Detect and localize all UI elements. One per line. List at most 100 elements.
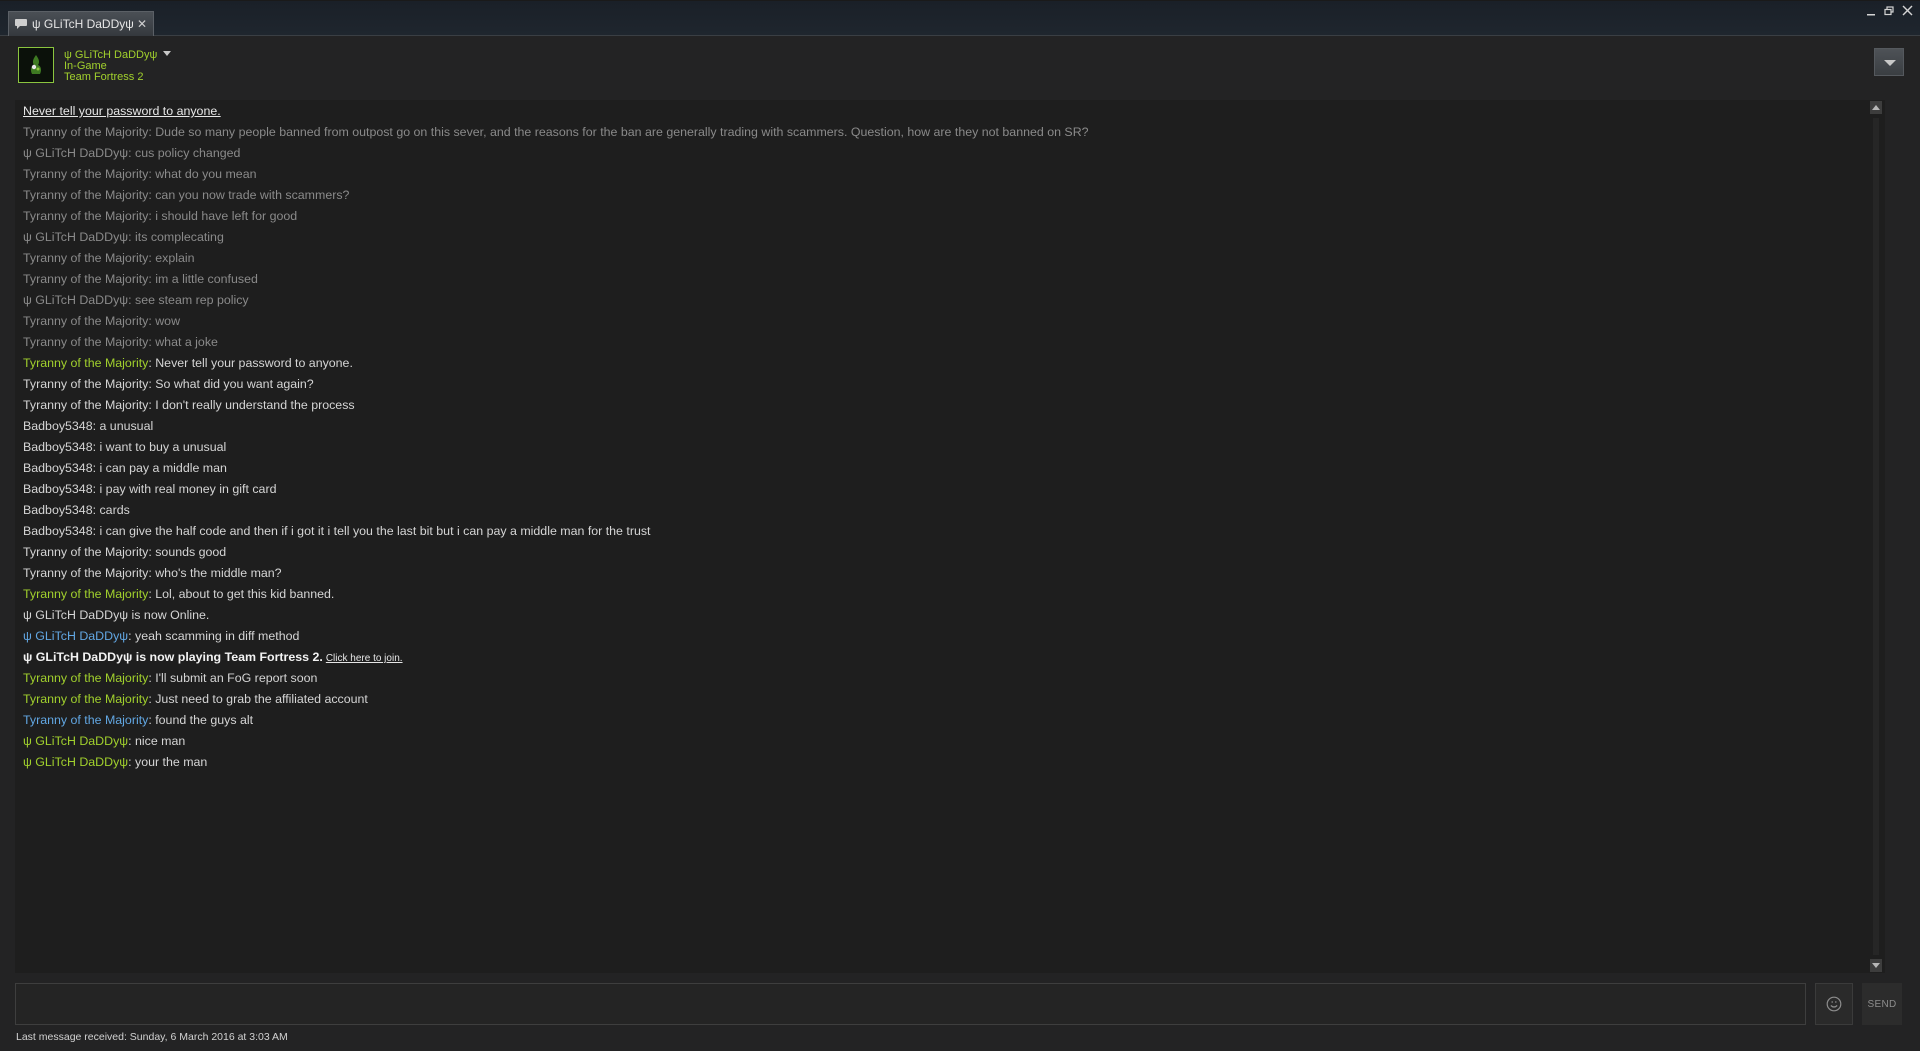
message-text: : its complecating bbox=[128, 230, 224, 244]
message-sender[interactable]: ψ GLiTcH DaDDyψ bbox=[23, 230, 128, 244]
message-text: : found the guys alt bbox=[148, 713, 254, 727]
message-sender[interactable]: Badboy5348 bbox=[23, 419, 93, 433]
chat-message: Badboy5348: i pay with real money in gif… bbox=[23, 480, 1855, 501]
chat-message: ψ GLiTcH DaDDyψ: its complecating bbox=[23, 228, 1855, 249]
message-text: ψ GLiTcH DaDDyψ is now playing Team Fort… bbox=[23, 650, 323, 664]
message-text: : sounds good bbox=[148, 545, 227, 559]
status-online-notice: ψ GLiTcH DaDDyψ is now Online. bbox=[23, 606, 1855, 627]
chat-message: ψ GLiTcH DaDDyψ: your the man bbox=[23, 753, 1855, 774]
message-sender[interactable]: Tyranny of the Majority bbox=[23, 251, 148, 265]
message-text: : explain bbox=[148, 251, 195, 265]
chat-message: Tyranny of the Majority: I don't really … bbox=[23, 396, 1855, 417]
chat-message: Tyranny of the Majority: Lol, about to g… bbox=[23, 585, 1855, 606]
chat-message: Tyranny of the Majority: i should have l… bbox=[23, 207, 1855, 228]
message-text: : i pay with real money in gift card bbox=[92, 482, 277, 496]
message-text: : i want to buy a unusual bbox=[92, 440, 227, 454]
options-dropdown-button[interactable] bbox=[1874, 48, 1904, 76]
smiley-icon bbox=[1826, 996, 1842, 1012]
chat-message: Badboy5348: i can pay a middle man bbox=[23, 459, 1855, 480]
message-sender[interactable]: Tyranny of the Majority bbox=[23, 188, 148, 202]
message-text: : what do you mean bbox=[148, 167, 257, 181]
message-sender[interactable]: ψ GLiTcH DaDDyψ bbox=[23, 734, 128, 748]
chat-message: Tyranny of the Majority: explain bbox=[23, 249, 1855, 270]
chat-bubble-icon bbox=[15, 19, 27, 29]
message-sender[interactable]: Tyranny of the Majority bbox=[23, 545, 148, 559]
chat-message: Tyranny of the Majority: So what did you… bbox=[23, 375, 1855, 396]
chat-message: Tyranny of the Majority: Dude so many pe… bbox=[23, 123, 1855, 144]
chat-message: Badboy5348: cards bbox=[23, 501, 1855, 522]
message-input[interactable] bbox=[15, 983, 1806, 1025]
restore-icon[interactable] bbox=[1882, 5, 1896, 19]
scroll-track[interactable] bbox=[1873, 118, 1879, 955]
avatar-image bbox=[19, 48, 53, 82]
scroll-up-icon[interactable] bbox=[1870, 101, 1882, 114]
chat-lines: Never tell your password to anyone. Tyra… bbox=[23, 102, 1855, 774]
message-text: : i should have left for good bbox=[148, 209, 298, 223]
message-text: : who's the middle man? bbox=[148, 566, 282, 580]
chat-message: Tyranny of the Majority: can you now tra… bbox=[23, 186, 1855, 207]
chat-message: Tyranny of the Majority: I'll submit an … bbox=[23, 669, 1855, 690]
message-sender[interactable]: Tyranny of the Majority bbox=[23, 356, 148, 370]
message-text: ψ GLiTcH DaDDyψ is now Online. bbox=[23, 608, 210, 622]
minimize-icon[interactable] bbox=[1864, 5, 1878, 19]
chat-message: Tyranny of the Majority: sounds good bbox=[23, 543, 1855, 564]
message-sender[interactable]: Tyranny of the Majority bbox=[23, 566, 148, 580]
chat-message: ψ GLiTcH DaDDyψ: cus policy changed bbox=[23, 144, 1855, 165]
message-sender[interactable]: ψ GLiTcH DaDDyψ bbox=[23, 755, 128, 769]
chat-message: Tyranny of the Majority: wow bbox=[23, 312, 1855, 333]
chat-message: ψ GLiTcH DaDDyψ: see steam rep policy bbox=[23, 291, 1855, 312]
title-bar[interactable]: ψ GLiTcH DaDDyψ ✕ bbox=[0, 1, 1920, 36]
message-text: : Lol, about to get this kid banned. bbox=[148, 587, 335, 601]
message-sender[interactable]: Tyranny of the Majority bbox=[23, 314, 148, 328]
message-text: : yeah scamming in diff method bbox=[128, 629, 300, 643]
chat-message: Badboy5348: i can give the half code and… bbox=[23, 522, 1855, 543]
chevron-down-icon[interactable] bbox=[163, 51, 172, 56]
status-playing-notice: ψ GLiTcH DaDDyψ is now playing Team Fort… bbox=[23, 648, 1855, 669]
chat-message: Tyranny of the Majority: who's the middl… bbox=[23, 564, 1855, 585]
chat-message: Badboy5348: i want to buy a unusual bbox=[23, 438, 1855, 459]
chat-message: Tyranny of the Majority: Just need to gr… bbox=[23, 690, 1855, 711]
chat-message: ψ GLiTcH DaDDyψ: nice man bbox=[23, 732, 1855, 753]
scroll-down-icon[interactable] bbox=[1870, 959, 1882, 972]
emoticon-button[interactable] bbox=[1815, 983, 1853, 1025]
close-icon[interactable] bbox=[1900, 5, 1914, 19]
message-text: : wow bbox=[148, 314, 181, 328]
message-sender[interactable]: Tyranny of the Majority bbox=[23, 671, 148, 685]
message-sender[interactable]: Badboy5348 bbox=[23, 482, 93, 496]
message-sender[interactable]: Tyranny of the Majority bbox=[23, 377, 148, 391]
message-sender[interactable]: Tyranny of the Majority bbox=[23, 713, 148, 727]
message-sender[interactable]: Badboy5348 bbox=[23, 524, 93, 538]
message-sender[interactable]: Tyranny of the Majority bbox=[23, 272, 148, 286]
message-text: : nice man bbox=[128, 734, 186, 748]
message-sender[interactable]: Tyranny of the Majority bbox=[23, 587, 148, 601]
message-sender[interactable]: Tyranny of the Majority bbox=[23, 692, 148, 706]
message-sender[interactable]: Tyranny of the Majority bbox=[23, 209, 148, 223]
message-sender[interactable]: Tyranny of the Majority bbox=[23, 335, 148, 349]
message-sender[interactable]: Badboy5348 bbox=[23, 461, 93, 475]
message-text: : cards bbox=[92, 503, 130, 517]
message-sender[interactable]: Badboy5348 bbox=[23, 440, 93, 454]
message-sender[interactable]: ψ GLiTcH DaDDyψ bbox=[23, 146, 128, 160]
message-sender[interactable]: Tyranny of the Majority bbox=[23, 125, 148, 139]
message-text: : a unusual bbox=[92, 419, 154, 433]
send-button[interactable]: SEND bbox=[1862, 983, 1902, 1025]
chat-log[interactable]: Never tell your password to anyone. Tyra… bbox=[15, 100, 1885, 973]
message-sender[interactable]: Badboy5348 bbox=[23, 503, 93, 517]
message-text: : I'll submit an FoG report soon bbox=[148, 671, 318, 685]
message-sender[interactable]: Tyranny of the Majority bbox=[23, 398, 148, 412]
message-text: : your the man bbox=[128, 755, 208, 769]
chat-message: Tyranny of the Majority: what do you mea… bbox=[23, 165, 1855, 186]
chat-message: Tyranny of the Majority: what a joke bbox=[23, 333, 1855, 354]
chat-message: Tyranny of the Majority: Never tell your… bbox=[23, 354, 1855, 375]
tab-close-icon[interactable]: ✕ bbox=[137, 17, 147, 31]
chat-scrollbar[interactable] bbox=[1869, 100, 1883, 973]
chat-message: Tyranny of the Majority: found the guys … bbox=[23, 711, 1855, 732]
message-sender[interactable]: ψ GLiTcH DaDDyψ bbox=[23, 629, 128, 643]
tab-chat[interactable]: ψ GLiTcH DaDDyψ ✕ bbox=[8, 11, 154, 36]
message-sender[interactable]: ψ GLiTcH DaDDyψ bbox=[23, 293, 128, 307]
message-text: : I don't really understand the process bbox=[148, 398, 355, 412]
avatar[interactable] bbox=[18, 47, 54, 83]
join-game-link[interactable]: Click here to join. bbox=[326, 653, 403, 664]
message-sender[interactable]: Tyranny of the Majority bbox=[23, 167, 148, 181]
chat-window: ψ GLiTcH DaDDyψ ✕ ψ GLiTcH DaDDyψ In-Gam… bbox=[0, 0, 1920, 1051]
